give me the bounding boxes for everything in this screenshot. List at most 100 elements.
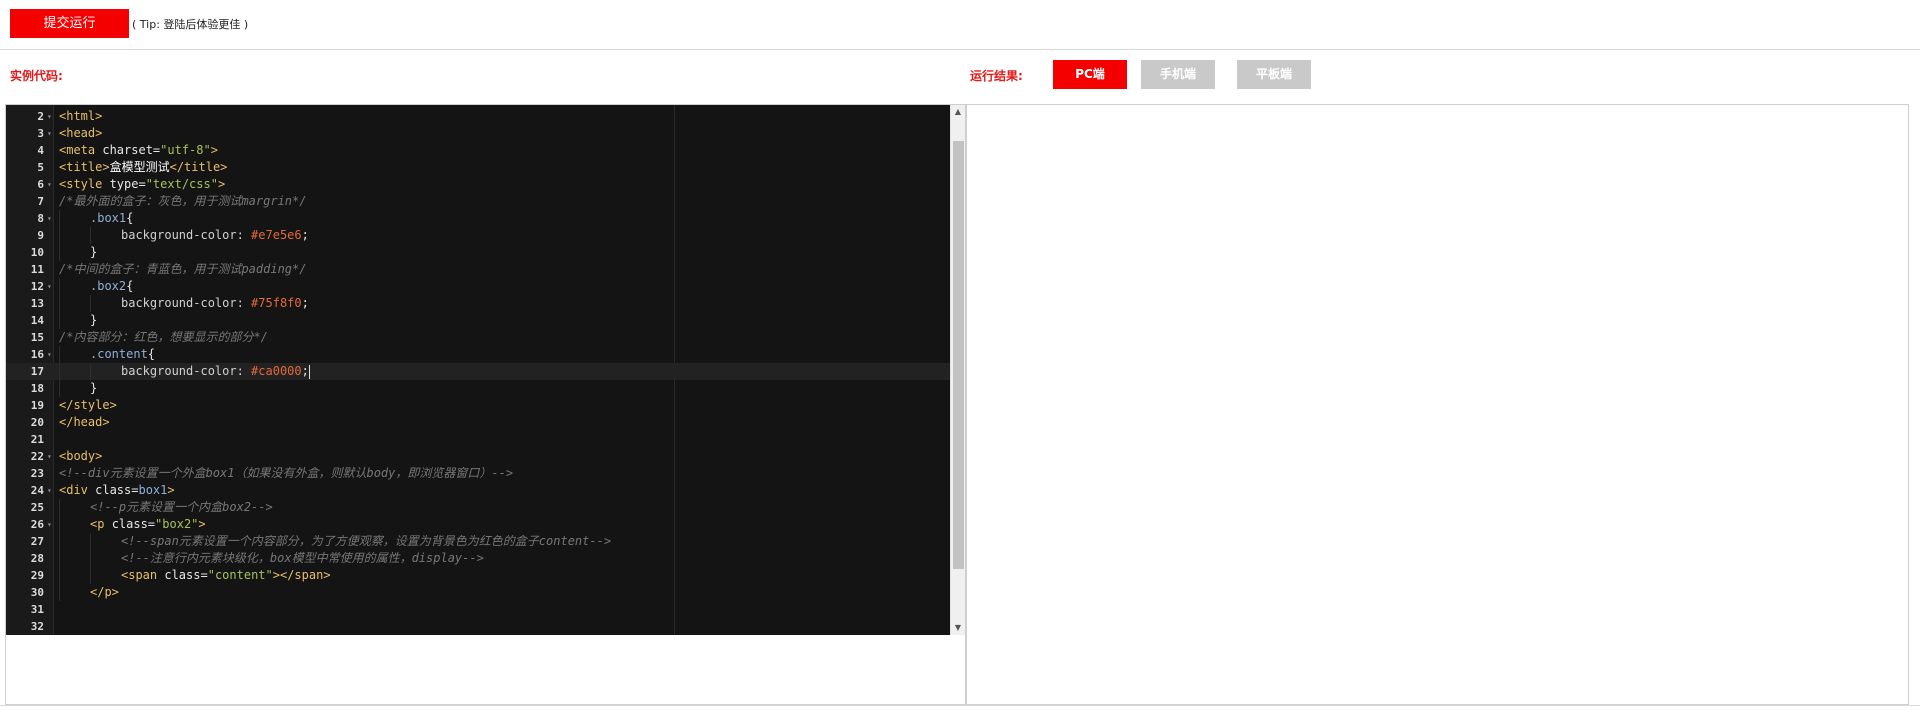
code-line[interactable]: 11 /*中间的盒子：青蓝色，用于测试padding*/	[6, 261, 950, 278]
code-token: <meta	[59, 143, 103, 157]
code-token: charset=	[102, 143, 161, 157]
code-token: ;	[301, 364, 309, 378]
code-line[interactable]: 4 <meta charset="utf-8">	[6, 142, 950, 159]
code-text: /*最外面的盒子：灰色，用于测试margrin*/	[59, 193, 306, 210]
line-number: 5	[37, 161, 44, 174]
submit-run-button[interactable]: 提交运行	[10, 9, 129, 38]
code-line[interactable]: 22 ▾ <body>	[6, 448, 950, 465]
fold-toggle-icon[interactable]: ▾	[47, 448, 52, 465]
code-text: }	[90, 244, 97, 261]
code-line[interactable]: 27 <!--span元素设置一个内容部分，为了方便观察，设置为背景色为红色的盒子…	[6, 533, 950, 550]
code-line[interactable]: 17 background-color: #ca0000;	[6, 363, 950, 380]
indent-guide	[59, 584, 60, 601]
fold-toggle-icon[interactable]: ▾	[47, 278, 52, 295]
code-editor[interactable]: 2 ▾ <html> 3 ▾ <head> 4 <meta charset="utf-8"> 5…	[6, 105, 950, 635]
code-token: ></span>	[272, 568, 331, 582]
code-text: <p class="box2">	[90, 516, 206, 533]
code-line[interactable]: 20 </head>	[6, 414, 950, 431]
code-text: <!--span元素设置一个内容部分，为了方便观察，设置为背景色为红色的盒子co…	[121, 533, 611, 550]
line-number: 8	[37, 212, 44, 225]
line-number: 15	[30, 331, 44, 344]
code-line[interactable]: 25 <!--p元素设置一个内盒box2-->	[6, 499, 950, 516]
indent-guide	[90, 567, 91, 584]
fold-toggle-icon[interactable]: ▾	[47, 210, 52, 227]
scroll-down-arrow-icon[interactable]: ▼	[951, 621, 965, 635]
line-number: 13	[30, 297, 44, 310]
line-number: 22	[30, 450, 44, 463]
code-line[interactable]: 26 ▾ <p class="box2">	[6, 516, 950, 533]
text-cursor	[308, 364, 310, 379]
code-text: }	[90, 312, 97, 329]
code-token: #ca0000	[251, 364, 302, 378]
device-mobile-button[interactable]: 手机端	[1141, 60, 1215, 89]
code-text: /*内容部分：红色，想要显示的部分*/	[59, 329, 268, 346]
fold-toggle-icon[interactable]: ▾	[47, 125, 52, 142]
code-line[interactable]: 31	[6, 601, 950, 618]
code-token: "text/css"	[145, 177, 218, 191]
code-line[interactable]: 18}	[6, 380, 950, 397]
code-line[interactable]: 21	[6, 431, 950, 448]
code-line[interactable]: 29 <span class="content"></span>	[6, 567, 950, 584]
code-line[interactable]: 16 ▾ .content{	[6, 346, 950, 363]
code-text: <!--div元素设置一个外盒box1（如果没有外盒，则默认body，即浏览器窗…	[59, 465, 513, 482]
line-number: 4	[37, 144, 44, 157]
fold-toggle-icon[interactable]: ▾	[47, 176, 52, 193]
code-token: }	[90, 313, 98, 327]
indent-guide	[90, 533, 91, 550]
code-token: <html>	[59, 109, 103, 123]
code-token: >	[167, 483, 175, 497]
code-line[interactable]: 3 ▾ <head>	[6, 125, 950, 142]
code-line[interactable]: 6 ▾ <style type="text/css">	[6, 176, 950, 193]
code-line[interactable]: 30 </p>	[6, 584, 950, 601]
device-pc-button[interactable]: PC端	[1053, 60, 1127, 89]
indent-guide	[59, 533, 60, 550]
device-tablet-button[interactable]: 平板端	[1237, 60, 1311, 89]
fold-toggle-icon[interactable]: ▾	[47, 108, 52, 125]
code-line[interactable]: 28 <!--注意行内元素块级化，box模型中常使用的属性，display-->	[6, 550, 950, 567]
code-line[interactable]: 13 background-color: #75f8f0;	[6, 295, 950, 312]
line-number: 12	[30, 280, 44, 293]
code-text: /*中间的盒子：青蓝色，用于测试padding*/	[59, 261, 306, 278]
code-line[interactable]: 12 ▾ .box2{	[6, 278, 950, 295]
line-number: 21	[30, 433, 44, 446]
code-line[interactable]: 10}	[6, 244, 950, 261]
scrollbar-thumb[interactable]	[953, 141, 964, 569]
editor-scrollbar[interactable]: ▲ ▼	[950, 105, 965, 635]
code-text: </p>	[90, 584, 119, 601]
code-line[interactable]: 5 <title>盒模型测试</title>	[6, 159, 950, 176]
scroll-up-arrow-icon[interactable]: ▲	[951, 105, 965, 119]
code-token: </p>	[90, 585, 119, 599]
code-text: <meta charset="utf-8">	[59, 142, 218, 159]
fold-toggle-icon[interactable]: ▾	[47, 346, 52, 363]
code-token: <head>	[59, 126, 103, 140]
code-token: <style	[59, 177, 110, 191]
code-line[interactable]: 14}	[6, 312, 950, 329]
fold-toggle-icon[interactable]: ▾	[47, 516, 52, 533]
line-number: 20	[30, 416, 44, 429]
code-token: <body>	[59, 449, 103, 463]
code-token: </title>	[169, 160, 228, 174]
code-token: >	[217, 177, 226, 191]
indent-guide	[59, 499, 60, 516]
code-line[interactable]: 19 </style>	[6, 397, 950, 414]
code-line[interactable]: 7 /*最外面的盒子：灰色，用于测试margrin*/	[6, 193, 950, 210]
indent-guide	[59, 210, 60, 227]
line-number: 24	[30, 484, 44, 497]
fold-toggle-icon[interactable]: ▾	[47, 482, 52, 499]
code-token: 盒模型测试	[109, 160, 170, 174]
line-number: 11	[30, 263, 44, 276]
code-line[interactable]: 8 ▾ .box1{	[6, 210, 950, 227]
code-line[interactable]: 23 <!--div元素设置一个外盒box1（如果没有外盒，则默认body，即浏览…	[6, 465, 950, 482]
code-token: }	[90, 245, 98, 259]
code-line[interactable]: 2 ▾ <html>	[6, 108, 950, 125]
code-line[interactable]: 9 background-color: #e7e5e6;	[6, 227, 950, 244]
code-line[interactable]: 15 /*内容部分：红色，想要显示的部分*/	[6, 329, 950, 346]
code-line[interactable]: 24 ▾ <div class=box1>	[6, 482, 950, 499]
code-lines: 2 ▾ <html> 3 ▾ <head> 4 <meta charset="utf-8"> 5…	[6, 108, 950, 635]
code-token: >	[210, 143, 218, 157]
code-token: .box1	[90, 211, 127, 225]
code-line[interactable]: 32	[6, 618, 950, 635]
line-number: 30	[30, 586, 44, 599]
result-preview-panel[interactable]	[966, 104, 1909, 705]
code-text: <!--p元素设置一个内盒box2-->	[90, 499, 273, 516]
